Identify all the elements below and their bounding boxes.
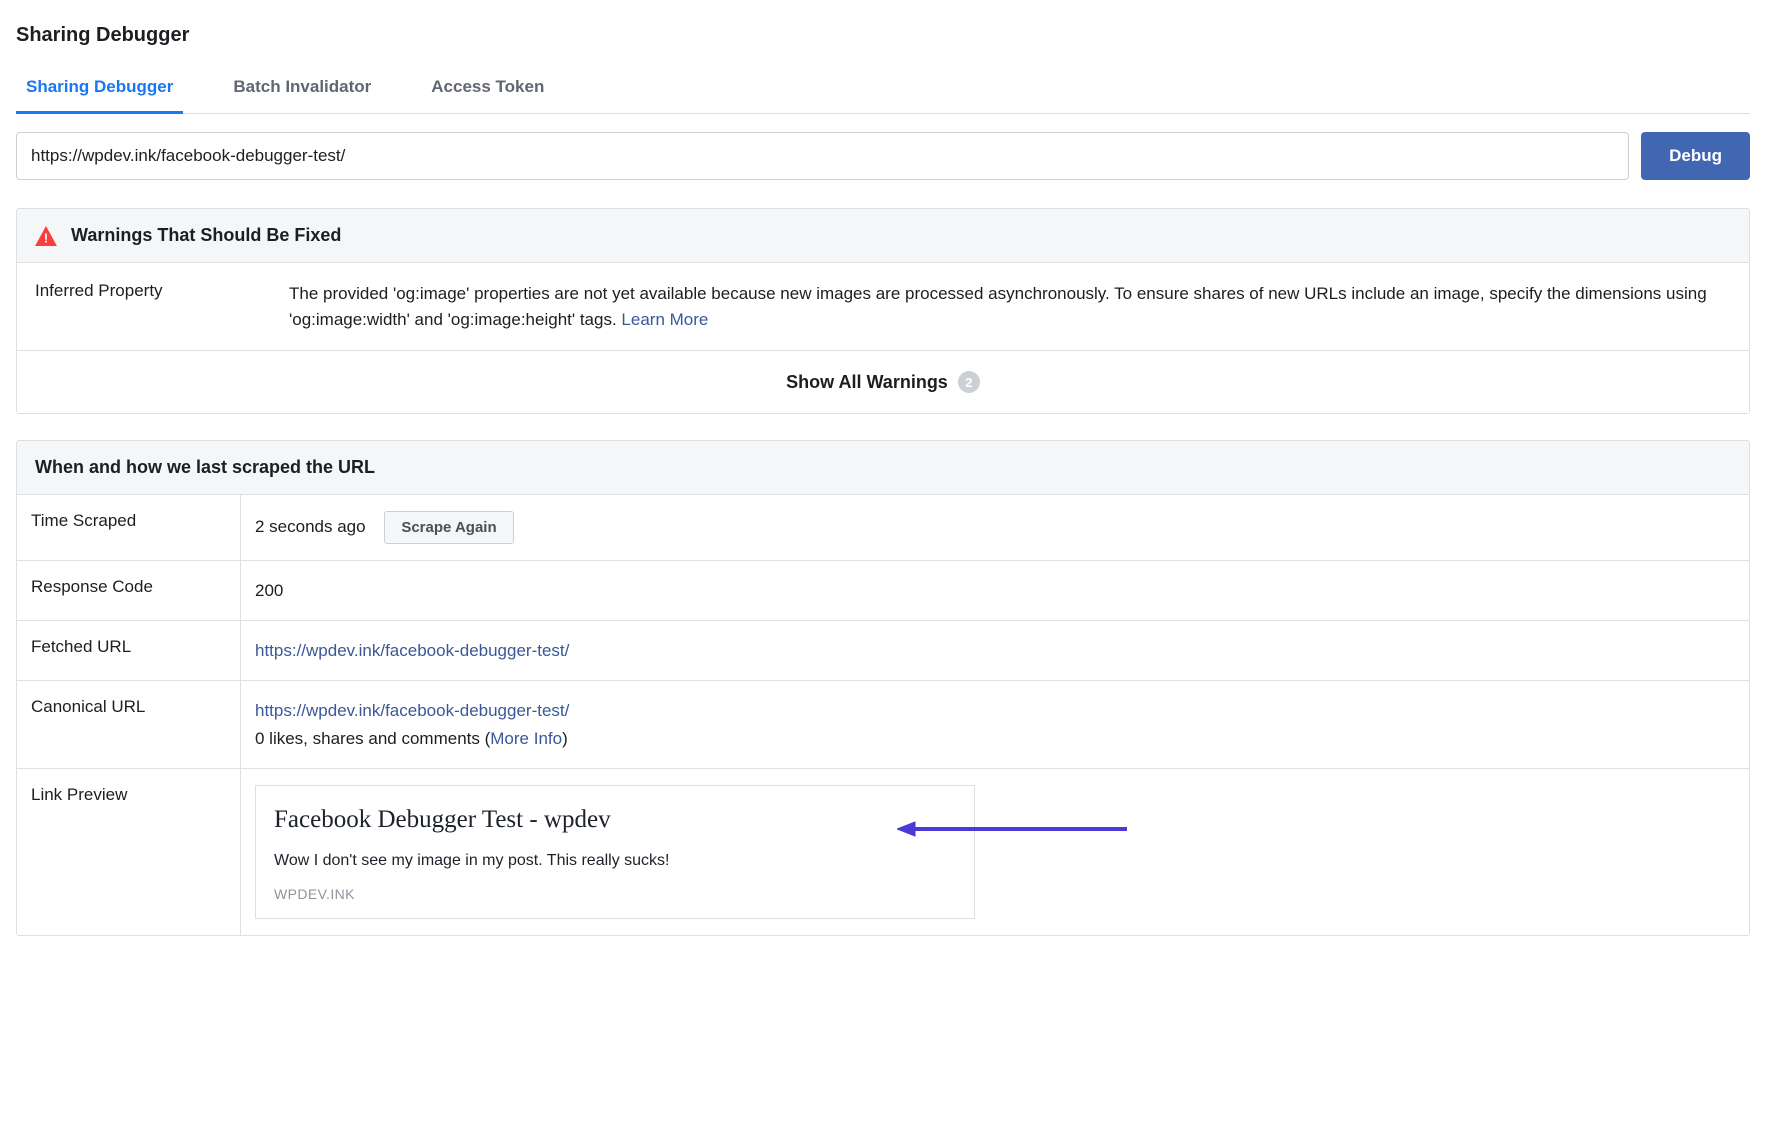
response-code-label: Response Code <box>17 561 241 620</box>
tab-access-token[interactable]: Access Token <box>421 65 554 114</box>
scrape-again-button[interactable]: Scrape Again <box>384 511 513 544</box>
tab-batch-invalidator[interactable]: Batch Invalidator <box>223 65 381 114</box>
tab-sharing-debugger[interactable]: Sharing Debugger <box>16 65 183 114</box>
preview-title: Facebook Debugger Test - wpdev <box>274 800 956 840</box>
warning-row-label: Inferred Property <box>17 263 271 350</box>
canonical-url-label: Canonical URL <box>17 681 241 767</box>
row-fetched-url: Fetched URL https://wpdev.ink/facebook-d… <box>17 620 1749 680</box>
canonical-url-value-cell: https://wpdev.ink/facebook-debugger-test… <box>241 681 1749 767</box>
row-link-preview: Link Preview Facebook Debugger Test - wp… <box>17 768 1749 935</box>
warnings-count-badge: 2 <box>958 371 980 393</box>
url-row: Debug <box>16 132 1750 180</box>
more-info-link[interactable]: More Info <box>490 729 562 748</box>
time-scraped-label: Time Scraped <box>17 495 241 560</box>
time-scraped-value: 2 seconds ago <box>255 517 366 536</box>
link-preview-card: Facebook Debugger Test - wpdev Wow I don… <box>255 785 975 919</box>
row-canonical-url: Canonical URL https://wpdev.ink/facebook… <box>17 680 1749 767</box>
preview-desc: Wow I don't see my image in my post. Thi… <box>274 848 956 874</box>
warnings-header-text: Warnings That Should Be Fixed <box>71 225 341 246</box>
warning-icon: ! <box>35 226 57 246</box>
url-input[interactable] <box>16 132 1629 180</box>
preview-domain: WPDEV.INK <box>274 883 956 905</box>
fetched-url-value-cell: https://wpdev.ink/facebook-debugger-test… <box>241 621 1749 680</box>
learn-more-link[interactable]: Learn More <box>621 310 708 329</box>
canonical-stats-suffix: ) <box>562 729 568 748</box>
canonical-stats-prefix: 0 likes, shares and comments ( <box>255 729 490 748</box>
fetched-url-link[interactable]: https://wpdev.ink/facebook-debugger-test… <box>255 641 569 660</box>
scrape-header-text: When and how we last scraped the URL <box>35 457 375 478</box>
response-code-value: 200 <box>241 561 1749 620</box>
show-all-warnings-button[interactable]: Show All Warnings 2 <box>17 351 1749 413</box>
show-all-label: Show All Warnings <box>786 372 948 393</box>
warnings-header: ! Warnings That Should Be Fixed <box>17 209 1749 263</box>
warning-row: Inferred Property The provided 'og:image… <box>17 263 1749 351</box>
scrape-header: When and how we last scraped the URL <box>17 441 1749 494</box>
warning-text: The provided 'og:image' properties are n… <box>289 284 1707 329</box>
link-preview-cell: Facebook Debugger Test - wpdev Wow I don… <box>241 769 1749 935</box>
warnings-panel: ! Warnings That Should Be Fixed Inferred… <box>16 208 1750 414</box>
page-title: Sharing Debugger <box>16 16 1750 65</box>
svg-text:!: ! <box>44 230 48 245</box>
link-preview-label: Link Preview <box>17 769 241 935</box>
time-scraped-value-cell: 2 seconds ago Scrape Again <box>241 495 1749 560</box>
warning-row-value: The provided 'og:image' properties are n… <box>271 263 1749 350</box>
scrape-panel: When and how we last scraped the URL Tim… <box>16 440 1750 936</box>
row-response-code: Response Code 200 <box>17 560 1749 620</box>
row-time-scraped: Time Scraped 2 seconds ago Scrape Again <box>17 494 1749 560</box>
fetched-url-label: Fetched URL <box>17 621 241 680</box>
debug-button[interactable]: Debug <box>1641 132 1750 180</box>
tabs: Sharing Debugger Batch Invalidator Acces… <box>16 65 1750 114</box>
canonical-url-link[interactable]: https://wpdev.ink/facebook-debugger-test… <box>255 701 569 720</box>
